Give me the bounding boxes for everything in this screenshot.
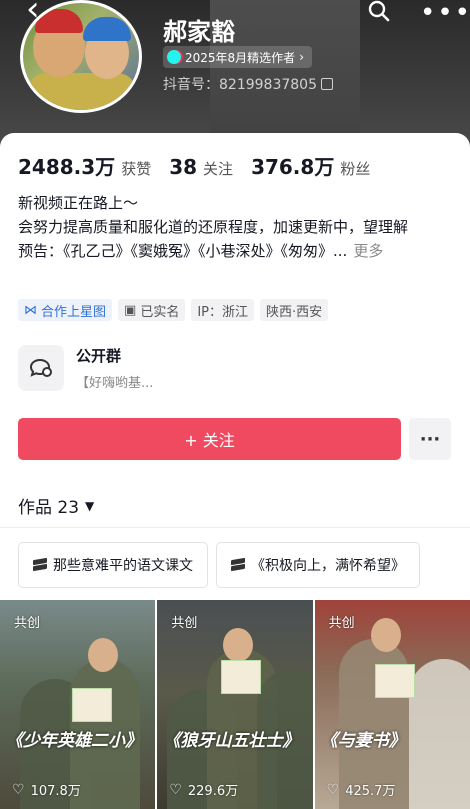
video-title: 《狼牙山五壮士》 bbox=[163, 731, 300, 751]
video-tag: 共创 bbox=[171, 616, 198, 631]
profile-card: 2488.3万 获赞 38 关注 376.8万 粉丝 新视频正在路上～ 会努力提高质量… bbox=[0, 133, 470, 809]
bio-more-link[interactable]: 更多 bbox=[353, 242, 383, 260]
public-group-entry[interactable]: 公开群 【好嗨哟基... bbox=[18, 345, 153, 391]
stack-icon bbox=[33, 559, 47, 571]
tag-ip-location: IP：浙江 bbox=[191, 299, 255, 321]
profile-bio: 新视频正在路上～ 会努力提高质量和服化道的还原程度，加速更新中，望理解 预告：《… bbox=[18, 191, 458, 263]
account-id-text: 抖音号：82199837805 bbox=[163, 77, 317, 93]
video-tag: 共创 bbox=[14, 616, 41, 631]
collection-chip[interactable]: 那些意难平的语文课文 bbox=[18, 542, 208, 588]
heart-icon: ♡ bbox=[169, 781, 182, 798]
handshake-icon: ⋈ bbox=[24, 302, 37, 318]
avatar[interactable] bbox=[20, 0, 142, 113]
video-thumbnail-paper bbox=[374, 664, 415, 698]
stat-label: 获赞 bbox=[121, 160, 152, 178]
tag-region: 陕西·西安 bbox=[260, 299, 329, 321]
bio-line: 预告：《孔乙己》《窦娥冤》《小巷深处》《匆匆》... 更多 bbox=[18, 239, 458, 263]
tag-label: IP：浙江 bbox=[197, 304, 249, 320]
video-thumbnail-face bbox=[370, 618, 401, 652]
stat-value: 2488.3万 bbox=[18, 155, 116, 179]
video-thumbnail-paper bbox=[72, 688, 112, 722]
bio-preview: 预告：《孔乙己》《窦娥冤》《小巷深处》《匆匆》... bbox=[18, 242, 348, 260]
collections-row: 那些意难平的语文课文 《积极向上，满怀希望》 bbox=[18, 542, 420, 588]
group-chat-icon bbox=[18, 345, 64, 391]
tag-label: 陕西·西安 bbox=[266, 304, 323, 320]
video-likes: ♡ 107.8万 bbox=[12, 780, 81, 800]
video-thumbnail-face bbox=[88, 638, 118, 672]
likes-count: 229.6万 bbox=[187, 784, 239, 799]
video-thumbnail-figure bbox=[408, 659, 470, 809]
avatar-image bbox=[23, 3, 139, 110]
video-tag: 共创 bbox=[328, 616, 355, 631]
collection-label: 那些意难平的语文课文 bbox=[53, 558, 193, 574]
more-actions-button[interactable]: ··· bbox=[409, 418, 451, 460]
profile-stats: 2488.3万 获赞 38 关注 376.8万 粉丝 bbox=[18, 151, 370, 180]
video-likes: ♡ 425.7万 bbox=[326, 780, 396, 800]
badge-label: 2025年8月精选作者 bbox=[185, 50, 296, 65]
profile-name: 郝家豁 bbox=[163, 18, 235, 46]
featured-author-badge[interactable]: 2025年8月精选作者 › bbox=[163, 46, 312, 68]
stat-value: 38 bbox=[169, 155, 198, 179]
video-tile[interactable]: 共创 《少年英雄二小》 ♡ 107.8万 bbox=[0, 600, 156, 809]
works-tab[interactable]: 作品 23 ▼ bbox=[18, 493, 94, 518]
ellipsis-icon: ··· bbox=[419, 428, 441, 450]
bio-line: 新视频正在路上～ bbox=[18, 194, 139, 212]
likes-count: 107.8万 bbox=[30, 784, 81, 799]
stat-likes[interactable]: 2488.3万 获赞 bbox=[18, 151, 151, 180]
douyin-logo-icon bbox=[167, 50, 181, 64]
copy-icon[interactable] bbox=[320, 78, 333, 90]
video-title: 《与妻书》 bbox=[320, 731, 406, 751]
tag-label: 合作上星图 bbox=[41, 304, 107, 320]
follow-button[interactable]: + 关注 bbox=[18, 418, 401, 460]
follow-button-label: + 关注 bbox=[184, 431, 235, 450]
heart-icon: ♡ bbox=[12, 781, 25, 798]
group-subtitle: 【好嗨哟基... bbox=[76, 376, 154, 391]
collection-label: 《积极向上，满怀希望》 bbox=[251, 558, 405, 574]
likes-count: 425.7万 bbox=[345, 784, 396, 799]
stat-followers[interactable]: 376.8万 粉丝 bbox=[251, 151, 370, 180]
divider bbox=[0, 527, 470, 528]
collection-chip[interactable]: 《积极向上，满怀希望》 bbox=[216, 542, 420, 588]
search-icon[interactable] bbox=[368, 0, 390, 22]
works-label: 作品 23 bbox=[18, 498, 80, 518]
account-id: 抖音号：82199837805 bbox=[163, 74, 333, 94]
stat-value: 376.8万 bbox=[251, 155, 335, 179]
tag-star-map[interactable]: ⋈ 合作上星图 bbox=[18, 299, 113, 321]
tag-verified[interactable]: ▣ 已实名 bbox=[118, 299, 186, 321]
video-grid: 共创 《少年英雄二小》 ♡ 107.8万 共创 《狼牙山五壮士》 ♡ 229.6万 … bbox=[0, 600, 470, 809]
chevron-right-icon: › bbox=[299, 50, 304, 64]
tag-label: 已实名 bbox=[140, 304, 180, 320]
stat-label: 关注 bbox=[203, 160, 234, 178]
caret-down-icon: ▼ bbox=[85, 498, 95, 513]
stat-following[interactable]: 38 关注 bbox=[169, 155, 233, 179]
video-title: 《少年英雄二小》 bbox=[6, 731, 142, 751]
video-tile[interactable]: 共创 《与妻书》 ♡ 425.7万 bbox=[314, 600, 470, 809]
video-thumbnail-paper bbox=[221, 660, 262, 694]
video-tile[interactable]: 共创 《狼牙山五壮士》 ♡ 229.6万 bbox=[157, 600, 313, 809]
video-likes: ♡ 229.6万 bbox=[169, 780, 239, 800]
profile-tags: ⋈ 合作上星图 ▣ 已实名 IP：浙江 陕西·西安 bbox=[18, 299, 329, 321]
stat-label: 粉丝 bbox=[340, 160, 371, 178]
id-card-icon: ▣ bbox=[124, 302, 137, 318]
stack-icon bbox=[231, 559, 245, 571]
bio-line: 会努力提高质量和服化道的还原程度，加速更新中，望理解 bbox=[18, 218, 409, 236]
more-options-icon[interactable]: ••• bbox=[420, 0, 470, 28]
group-title: 公开群 bbox=[76, 347, 122, 365]
heart-icon: ♡ bbox=[326, 781, 340, 798]
